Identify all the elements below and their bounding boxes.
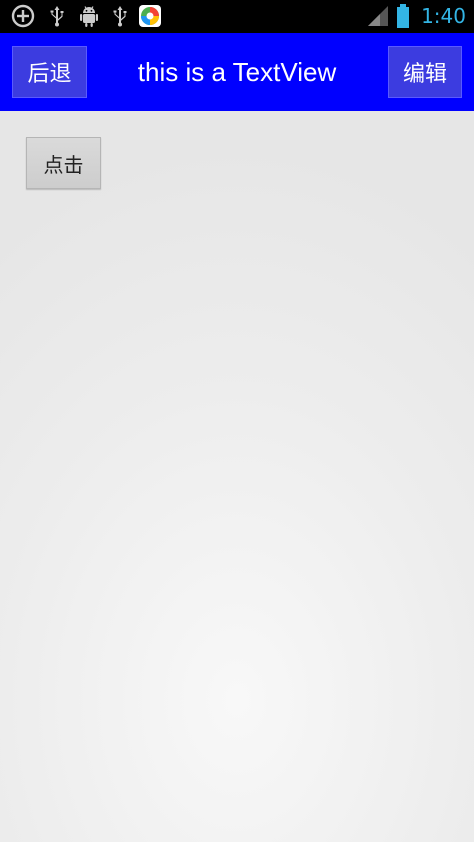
- battery-icon: [397, 4, 409, 28]
- android-debug-icon: [80, 6, 98, 27]
- edit-button[interactable]: 编辑: [388, 46, 462, 98]
- click-button[interactable]: 点击: [26, 137, 101, 189]
- status-bar: 1:40: [0, 0, 474, 33]
- title-bar: 后退 this is a TextView 编辑: [0, 33, 474, 111]
- app-screen: 1:40 后退 this is a TextView 编辑 点击: [0, 0, 474, 842]
- page-title: this is a TextView: [137, 57, 337, 87]
- clock-time: 1:40: [421, 4, 466, 28]
- add-circle-icon: [11, 4, 35, 28]
- usb-icon: [113, 6, 127, 27]
- app-store-icon: [139, 5, 161, 27]
- signal-icon: [368, 6, 388, 26]
- back-button[interactable]: 后退: [12, 46, 87, 98]
- usb-icon: [50, 6, 64, 27]
